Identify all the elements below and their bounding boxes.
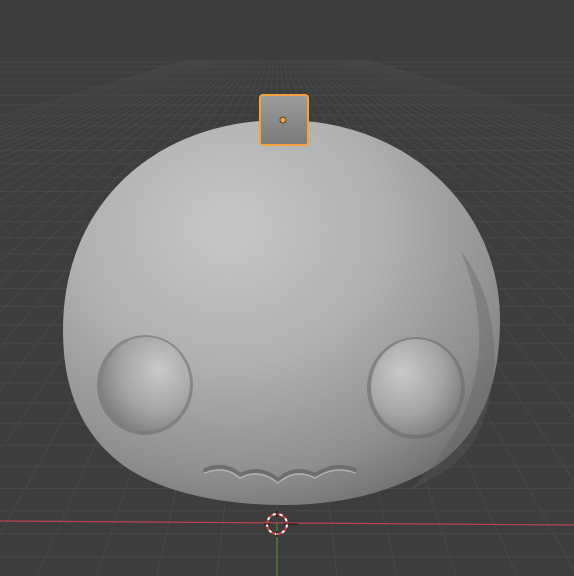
head-body <box>63 120 500 505</box>
left-eye <box>102 337 190 431</box>
sculpted-head-mesh[interactable] <box>63 120 500 505</box>
right-eye <box>371 339 461 435</box>
origin-dot <box>279 116 287 124</box>
viewport-canvas[interactable] <box>0 0 574 576</box>
selected-cube[interactable] <box>259 94 309 146</box>
3d-viewport[interactable] <box>0 0 574 576</box>
